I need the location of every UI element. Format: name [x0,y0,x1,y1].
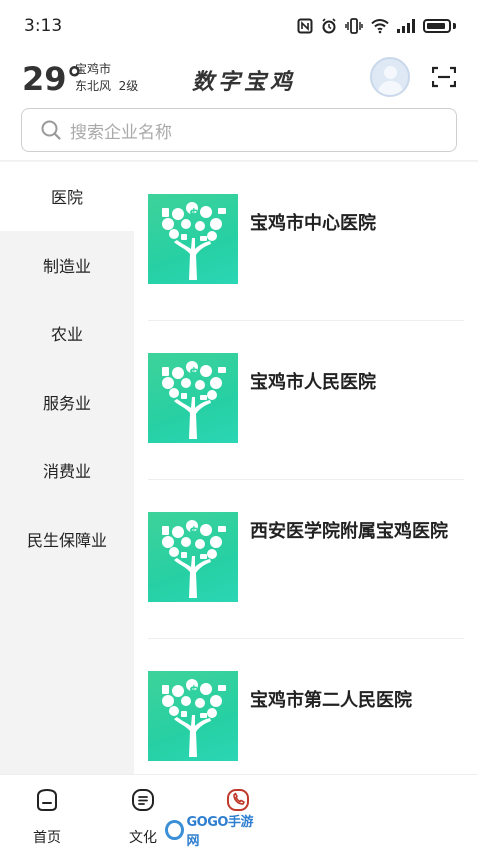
list-item[interactable]: $ 宝鸡市中心医院 [148,162,464,321]
nav-culture-label: 文化 [129,830,157,846]
sidebar-item-manufacturing[interactable]: 制造业 [0,231,134,300]
avatar-head [384,66,397,79]
nav-home[interactable]: 首页 [17,787,77,847]
nav-home-label: 首页 [33,830,61,846]
status-time: 3:13 [24,16,63,36]
header: 29° 宝鸡市 东北风 2级 数字宝鸡 [0,52,478,102]
svg-text:$: $ [189,525,199,541]
scan-icon[interactable] [432,66,456,88]
svg-text:$: $ [189,207,199,223]
temperature: 29° [22,60,83,98]
phone-icon [227,789,249,811]
tree-logo-icon: $ [148,353,238,443]
app-brand-title: 数字宝鸡 [192,69,297,95]
list-item[interactable]: $ 宝鸡市第二人民医院 [148,639,464,774]
list-item[interactable]: $ 西安医学院附属宝鸡医院 [148,480,464,639]
battery-icon [423,19,451,33]
watermark: GOGO手游网 [165,815,257,849]
weather-info: 宝鸡市 东北风 2级 [75,61,138,95]
sidebar-item-consumer[interactable]: 消费业 [0,436,134,505]
search-icon [41,120,61,140]
vibrate-icon [345,18,363,34]
company-name: 宝鸡市第二人民医院 [250,690,412,711]
category-sidebar: 医院 制造业 农业 服务业 消费业 民生保障业 [0,162,134,774]
company-name: 宝鸡市人民医院 [250,372,376,393]
sidebar-item-services[interactable]: 服务业 [0,368,134,437]
search-placeholder: 搜索企业名称 [70,122,172,143]
sidebar-item-hospital[interactable]: 医院 [0,162,134,231]
tree-logo-icon: $ [148,194,238,284]
company-name: 西安医学院附属宝鸡医院 [250,521,448,542]
sidebar-item-label: 制造业 [42,256,91,276]
wifi-icon [371,19,389,34]
document-icon [132,789,154,811]
company-name: 宝鸡市中心医院 [250,213,376,234]
battery-tip [453,23,456,29]
weather-wind: 东北风 2级 [75,79,139,93]
company-list: $ 宝鸡市中心医院 $ 宝鸡市人民医院 $ 西安医学院附属宝鸡医院 $ 宝鸡市第… [134,162,478,774]
status-bar: 3:13 [0,0,478,52]
svg-text:$: $ [189,684,199,700]
user-avatar[interactable] [370,57,410,97]
sidebar-item-label: 医院 [50,188,83,208]
status-icons [297,18,456,34]
signal-icon [397,19,415,33]
avatar-body [378,81,403,95]
sidebar-item-label: 服务业 [42,393,91,413]
weather-city: 宝鸡市 [75,62,112,76]
nfc-icon [297,18,313,34]
home-icon [37,788,57,811]
search-input[interactable]: 搜索企业名称 [21,108,457,152]
svg-text:$: $ [189,366,199,382]
sidebar-item-livelihood[interactable]: 民生保障业 [0,505,134,574]
watermark-text: GOGO手游网 [186,815,254,849]
watermark-logo-icon [165,820,184,840]
sidebar-item-label: 消费业 [42,462,91,482]
tree-logo-icon: $ [148,512,238,602]
sidebar-item-agriculture[interactable]: 农业 [0,299,134,368]
tree-logo-icon: $ [148,671,238,761]
alarm-icon [322,18,336,34]
nav-culture[interactable]: 文化 [113,787,173,847]
sidebar-item-label: 农业 [50,325,83,345]
sidebar-item-label: 民生保障业 [26,530,107,550]
list-item[interactable]: $ 宝鸡市人民医院 [148,321,464,480]
